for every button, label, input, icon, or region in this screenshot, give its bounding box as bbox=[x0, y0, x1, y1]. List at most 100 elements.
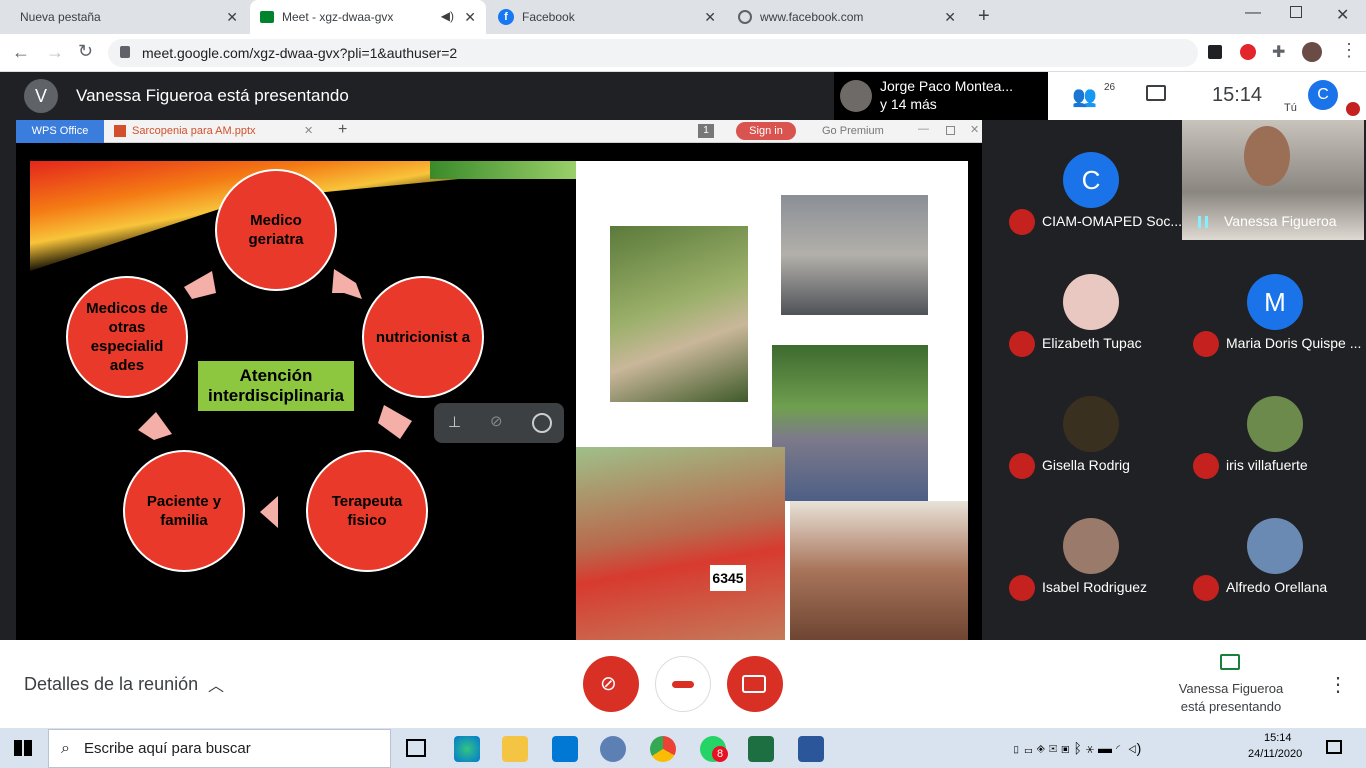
people-icon[interactable]: 👥 bbox=[1072, 84, 1097, 109]
pin-icon[interactable]: ⊥ bbox=[448, 413, 461, 431]
chevron-up-icon[interactable]: ︿ bbox=[208, 672, 224, 696]
participant-tile-gisella-rodrig[interactable]: Gisella Rodrig bbox=[1000, 364, 1182, 484]
photo-elderly-jogging bbox=[610, 226, 748, 402]
wps-toolbar: WPS Office Sarcopenia para AM.pptx ✕ + 1… bbox=[16, 120, 982, 143]
pptx-icon bbox=[114, 125, 126, 137]
menu-dots-icon[interactable]: ⋮ bbox=[1340, 40, 1358, 61]
close-tab-icon[interactable]: ✕ bbox=[464, 9, 476, 26]
close-tab-icon[interactable]: ✕ bbox=[704, 9, 716, 26]
signin-button[interactable]: Sign in bbox=[736, 122, 796, 140]
avatar: M bbox=[1247, 274, 1303, 330]
presenting-title: Vanessa Figueroa está presentando bbox=[76, 86, 349, 105]
restore-button[interactable] bbox=[1290, 6, 1302, 18]
pinned-participant[interactable]: Jorge Paco Montea... y 14 más bbox=[834, 72, 1048, 120]
tray-icons[interactable]: ▯ ▭ ◈ ✉ ▣ ᛒ ⚹ ▬ ◜ ◁) bbox=[1012, 740, 1141, 756]
extension-red-icon[interactable] bbox=[1240, 44, 1256, 60]
remove-icon[interactable] bbox=[532, 413, 552, 433]
speaking-indicator-icon bbox=[1198, 216, 1208, 228]
windows-start-icon[interactable] bbox=[14, 740, 32, 756]
participant-name: Vanessa Figueroa bbox=[1224, 213, 1337, 229]
tab-facebook-www[interactable]: www.facebook.com ✕ bbox=[728, 0, 966, 34]
search-placeholder: Escribe aquí para buscar bbox=[83, 740, 251, 757]
forward-arrow-icon[interactable]: → bbox=[46, 42, 64, 63]
camera-off-icon bbox=[742, 675, 766, 693]
meet-controls-header: 👥 26 15:14 Tú C bbox=[1048, 72, 1366, 120]
browser-tab-bar: Nueva pestaña ✕ Meet - xgz-dwaa-gvx ◀) ✕… bbox=[0, 0, 1366, 34]
participant-tile-isabel-rodriguez[interactable]: Isabel Rodriguez bbox=[1000, 486, 1182, 606]
add-file-icon[interactable]: + bbox=[338, 121, 347, 139]
speaker-icon[interactable]: ◀) bbox=[441, 9, 454, 23]
chrome-icon[interactable] bbox=[650, 736, 676, 762]
participant-tile-ciam-omaped[interactable]: C CIAM-OMAPED Soc... bbox=[1000, 120, 1182, 240]
participant-tile-iris-villafuerte[interactable]: iris villafuerte bbox=[1184, 364, 1366, 484]
mail-icon[interactable] bbox=[552, 736, 578, 762]
participant-tile-maria-doris-quispe[interactable]: M Maria Doris Quispe ... bbox=[1184, 242, 1366, 362]
new-tab-button[interactable]: + bbox=[978, 5, 990, 28]
cycle-arrows bbox=[138, 269, 412, 528]
url-field[interactable]: meet.google.com/xgz-dwaa-gvx?pli=1&authu… bbox=[108, 39, 1198, 67]
whatsapp-badge: 8 bbox=[712, 746, 728, 762]
close-window-button[interactable]: ✕ bbox=[1336, 5, 1349, 25]
presenting-label[interactable]: Vanessa Figueroa está presentando bbox=[1178, 680, 1284, 716]
avatar bbox=[1063, 396, 1119, 452]
close-tab-icon[interactable]: ✕ bbox=[226, 9, 238, 26]
you-label: Tú bbox=[1284, 102, 1297, 114]
participant-tile-alfredo-orellana[interactable]: Alfredo Orellana bbox=[1184, 486, 1366, 606]
tab-facebook[interactable]: f Facebook ✕ bbox=[488, 0, 726, 34]
leave-call-button[interactable] bbox=[655, 656, 711, 712]
camera-off-button[interactable] bbox=[727, 656, 783, 712]
participant-name: CIAM-OMAPED Soc... bbox=[1042, 213, 1183, 229]
wps-brand-tab[interactable]: WPS Office bbox=[16, 120, 104, 143]
tab-label: Nueva pestaña bbox=[20, 10, 101, 24]
avatar bbox=[1247, 396, 1303, 452]
slide: Medico geriatra nutricionist a Terapeuta… bbox=[16, 143, 982, 640]
wps-close-icon[interactable]: ✕ bbox=[970, 123, 979, 136]
word-icon[interactable] bbox=[798, 736, 824, 762]
meeting-details-button[interactable]: Detalles de la reunión bbox=[24, 674, 198, 695]
close-tab-icon[interactable]: ✕ bbox=[944, 9, 956, 26]
mic-off-button[interactable]: ⊘ bbox=[583, 656, 639, 712]
photo-elderly-group bbox=[772, 345, 928, 501]
participant-name: iris villafuerte bbox=[1226, 457, 1308, 473]
tab-meet[interactable]: Meet - xgz-dwaa-gvx ◀) ✕ bbox=[250, 0, 486, 34]
search-icon: ⌕ bbox=[61, 739, 70, 757]
participant-video bbox=[1244, 126, 1290, 186]
avatar bbox=[1247, 518, 1303, 574]
participant-tile-vanessa-figueroa[interactable]: Vanessa Figueroa bbox=[1182, 120, 1364, 240]
mic-muted-icon bbox=[1193, 453, 1219, 479]
whatsapp-icon[interactable]: 8 bbox=[700, 736, 728, 762]
self-avatar[interactable]: C bbox=[1308, 80, 1338, 110]
edge-icon[interactable] bbox=[454, 736, 480, 762]
taskbar-search[interactable]: ⌕ Escribe aquí para buscar bbox=[48, 729, 391, 768]
wps-restore-icon[interactable] bbox=[946, 126, 955, 135]
excel-icon[interactable] bbox=[748, 736, 774, 762]
reload-icon[interactable]: ↻ bbox=[78, 41, 93, 62]
wps-file-tab[interactable]: Sarcopenia para AM.pptx bbox=[132, 125, 256, 137]
wps-minimize-icon[interactable]: — bbox=[918, 123, 929, 135]
extension-b-icon[interactable] bbox=[1208, 45, 1222, 59]
mute-speaker-icon[interactable]: ⊘ bbox=[490, 412, 503, 430]
tab-nueva-pestana[interactable]: Nueva pestaña ✕ bbox=[8, 0, 248, 34]
more-options-icon[interactable]: ⋮ bbox=[1328, 672, 1348, 697]
arrow-3 bbox=[260, 496, 278, 528]
go-premium-link[interactable]: Go Premium bbox=[822, 125, 884, 137]
file-explorer-icon[interactable] bbox=[502, 736, 528, 762]
puzzle-icon[interactable]: ✚ bbox=[1272, 42, 1285, 62]
minimize-button[interactable]: — bbox=[1245, 4, 1261, 22]
tab-label: Meet - xgz-dwaa-gvx bbox=[282, 10, 394, 24]
task-view-icon[interactable] bbox=[406, 739, 426, 757]
pinned-name: Jorge Paco Montea... bbox=[880, 78, 1014, 94]
close-file-icon[interactable]: ✕ bbox=[304, 124, 313, 137]
slide-photo-panel: 6345 bbox=[576, 161, 968, 640]
sigma-app-icon[interactable] bbox=[600, 736, 626, 762]
chat-icon[interactable] bbox=[1146, 85, 1166, 101]
back-arrow-icon[interactable]: ← bbox=[12, 42, 30, 63]
profile-avatar[interactable] bbox=[1302, 42, 1322, 62]
notification-icon[interactable] bbox=[1326, 740, 1342, 754]
mic-muted-icon bbox=[1009, 575, 1035, 601]
participant-name: Alfredo Orellana bbox=[1226, 579, 1328, 595]
participant-name: Elizabeth Tupac bbox=[1042, 335, 1142, 351]
participant-tile-elizabeth-tupac[interactable]: Elizabeth Tupac bbox=[1000, 242, 1182, 362]
mic-muted-icon bbox=[1009, 209, 1035, 235]
meet-clock: 15:14 bbox=[1212, 84, 1263, 106]
